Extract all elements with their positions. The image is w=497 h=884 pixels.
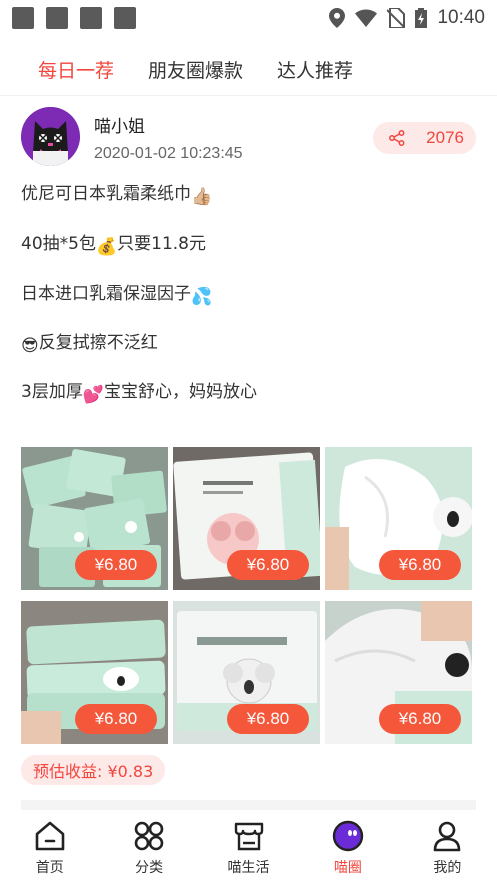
nav-label: 我的 (433, 860, 462, 876)
product-image[interactable]: ¥6.80 (173, 601, 320, 744)
tab-moments-hits[interactable]: 朋友圈爆款 (148, 56, 243, 83)
share-count: 2076 (426, 128, 464, 147)
bottom-nav: 首页 分类 喵生活 喵圈 我的 (0, 810, 497, 884)
post-text-line: 日本进口乳霜保湿因子💦 (21, 284, 213, 307)
no-sim-icon (387, 8, 406, 28)
user-icon (430, 819, 464, 853)
wifi-icon (355, 9, 378, 27)
nav-item-home[interactable]: 首页 (0, 810, 99, 884)
nav-item-circle[interactable]: 喵圈 (298, 810, 397, 884)
author-name[interactable]: 喵小姐 (94, 112, 145, 137)
home-icon (33, 819, 67, 853)
product-image[interactable]: ¥6.80 (21, 601, 168, 744)
thumbs-up-icon: 👍🏼 (191, 187, 213, 207)
product-image[interactable]: ¥6.80 (325, 601, 472, 744)
nav-item-profile[interactable]: 我的 (398, 810, 497, 884)
post-text-line: 优尼可日本乳霜柔纸巾👍🏼 (21, 184, 213, 207)
estimated-earnings-badge: 预估收益: ¥0.83 (21, 755, 166, 785)
two-hearts-icon: 💕 (82, 385, 104, 405)
nav-label: 首页 (35, 860, 64, 876)
price-tag: ¥6.80 (379, 550, 461, 580)
post-timestamp: 2020-01-02 10:23:45 (94, 145, 243, 162)
notification-icon (46, 7, 68, 29)
droplets-icon: 💦 (191, 287, 213, 307)
nav-label: 喵圈 (333, 860, 362, 876)
money-bag-icon: 💰 (95, 237, 118, 257)
price-tag: ¥6.80 (75, 704, 157, 734)
avatar[interactable] (21, 107, 80, 166)
nav-label: 分类 (135, 860, 164, 876)
tab-daily-pick[interactable]: 每日一荐 (38, 56, 114, 83)
post-divider (21, 800, 476, 810)
share-button[interactable]: 2076 (373, 122, 476, 154)
post-text-line: 😎反复拭擦不泛红 (21, 333, 158, 356)
nav-item-category[interactable]: 分类 (99, 810, 198, 884)
category-icon (132, 819, 166, 853)
location-icon (329, 8, 346, 28)
nav-item-life[interactable]: 喵生活 (199, 810, 298, 884)
product-image[interactable]: ¥6.80 (325, 447, 472, 590)
shop-icon (232, 819, 266, 853)
product-image[interactable]: ¥6.80 (173, 447, 320, 590)
nav-label: 喵生活 (227, 860, 270, 876)
notification-icon (12, 7, 34, 29)
status-time: 10:40 (437, 7, 485, 28)
price-tag: ¥6.80 (227, 550, 309, 580)
tab-expert-picks[interactable]: 达人推荐 (277, 56, 353, 83)
price-tag: ¥6.80 (75, 550, 157, 580)
share-icon (389, 130, 405, 146)
product-image[interactable]: ¥6.80 (21, 447, 168, 590)
cat-circle-icon (331, 819, 365, 853)
notification-icon (80, 7, 102, 29)
price-tag: ¥6.80 (227, 704, 309, 734)
category-tabs: 每日一荐 朋友圈爆款 达人推荐 (0, 44, 497, 96)
post-text-line: 3层加厚💕宝宝舒心，妈妈放心 (21, 382, 257, 405)
notification-icon (114, 7, 136, 29)
sunglasses-face-icon: 😎 (21, 336, 39, 356)
status-bar: 10:40 (0, 0, 497, 36)
battery-charging-icon (415, 8, 428, 28)
post-text-line: 40抽*5包💰只要11.8元 (21, 234, 206, 257)
price-tag: ¥6.80 (379, 704, 461, 734)
